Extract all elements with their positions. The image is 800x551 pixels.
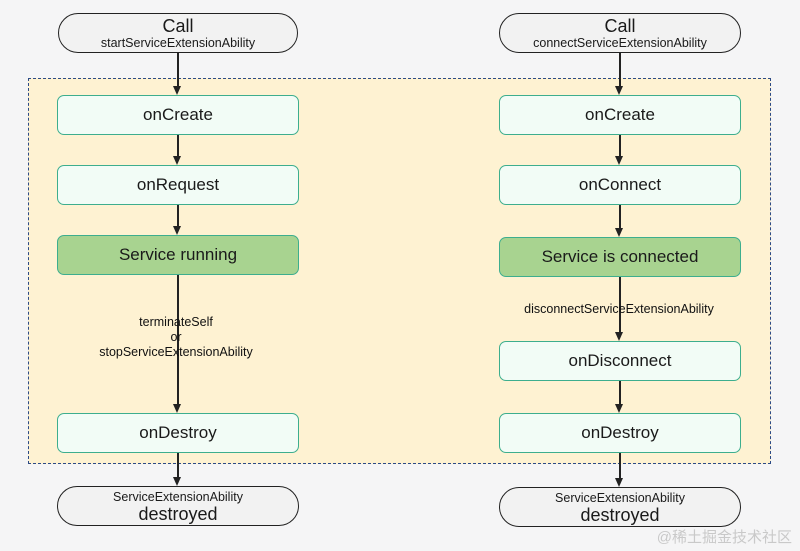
left-arrow-1 [173,86,181,95]
edge-label-line-1: terminateSelf [139,315,213,329]
left-start-subtitle: startServiceExtensionAbility [100,36,256,50]
left-step-onrequest: onRequest [57,165,299,205]
left-edge-1 [177,53,179,86]
right-arrow-5 [615,404,623,413]
left-arrow-5 [173,477,181,486]
right-edge-2 [619,135,621,156]
left-arrow-2 [173,156,181,165]
right-edge-5 [619,381,621,404]
left-arrow-3 [173,226,181,235]
left-end-subtitle: ServiceExtensionAbility [113,490,243,504]
left-end-node: ServiceExtensionAbility destroyed [57,486,299,526]
left-start-title: Call [162,16,194,36]
right-step-service-connected: Service is connected [499,237,741,277]
right-step-onconnect: onConnect [499,165,741,205]
watermark: @稀土掘金技术社区 [656,529,792,546]
edge-label-line-2: or [170,330,182,344]
left-edge-2 [177,135,179,156]
right-end-node: ServiceExtensionAbility destroyed [499,487,741,527]
right-end-title: destroyed [580,505,660,525]
right-end-subtitle: ServiceExtensionAbility [555,491,685,505]
right-edge-6 [619,453,621,478]
right-edge-3 [619,205,621,228]
right-step-oncreate: onCreate [499,95,741,135]
left-edge-3 [177,205,179,226]
left-edge-label: terminateSelf or stopServiceExtensionAbi… [76,315,276,360]
right-step-ondestroy: onDestroy [499,413,741,453]
right-arrow-4 [615,332,623,341]
right-start-subtitle: connectServiceExtensionAbility [533,36,707,50]
right-arrow-3 [615,228,623,237]
right-edge-1 [619,53,621,86]
left-arrow-4 [173,404,181,413]
right-arrow-2 [615,156,623,165]
right-start-node: Call connectServiceExtensionAbility [499,13,741,53]
right-edge-label: disconnectServiceExtensionAbility [524,302,714,316]
left-step-service-running: Service running [57,235,299,275]
left-step-oncreate: onCreate [57,95,299,135]
left-step-ondestroy: onDestroy [57,413,299,453]
right-arrow-1 [615,86,623,95]
left-start-node: Call startServiceExtensionAbility [58,13,298,53]
right-start-title: Call [604,16,636,36]
right-step-ondisconnect: onDisconnect [499,341,741,381]
edge-label-line-3: stopServiceExtensionAbility [99,345,253,359]
right-arrow-6 [615,478,623,487]
left-edge-5 [177,453,179,477]
left-end-title: destroyed [138,504,218,524]
